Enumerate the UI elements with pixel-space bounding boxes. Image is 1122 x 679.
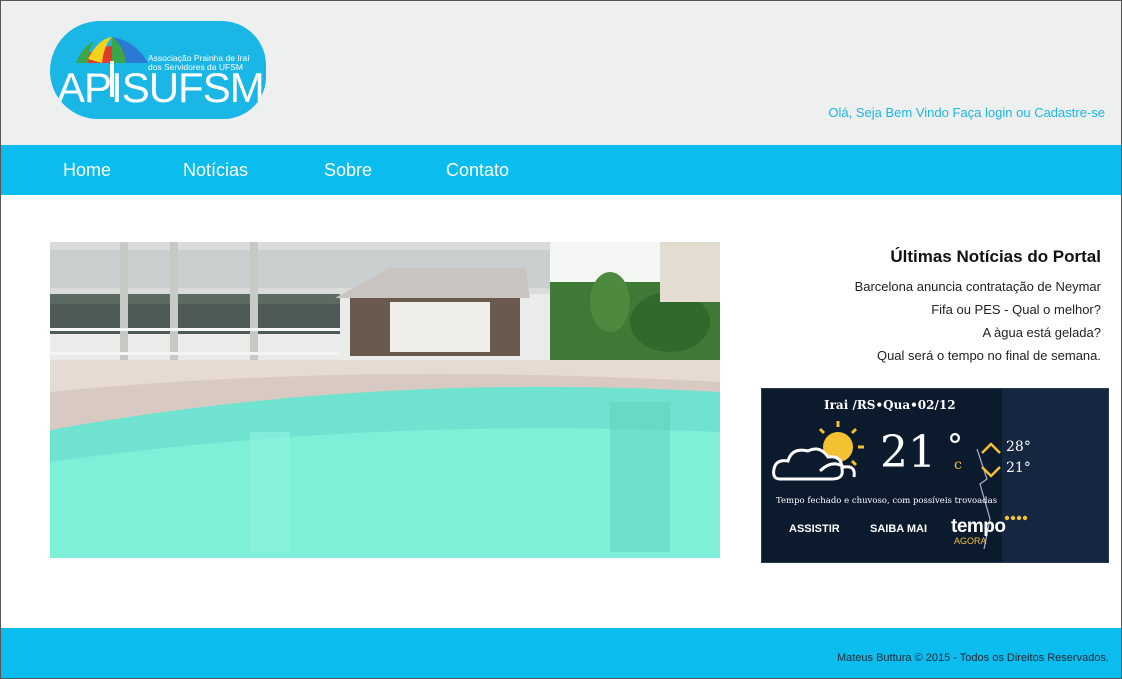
- or-text: ou: [1016, 105, 1031, 120]
- brand-dots-icon: [1004, 515, 1028, 521]
- login-link[interactable]: Faça login: [952, 105, 1012, 120]
- nav-sobre[interactable]: Sobre: [324, 160, 372, 181]
- weather-low: 21°: [1006, 460, 1031, 476]
- copyright-text: Mateus Buttura © 2015 - Todos os Direito…: [836, 652, 1109, 664]
- news-item: Qual será o tempo no final de semana.: [855, 348, 1101, 371]
- site-footer: Mateus Buttura © 2015 - Todos os Direito…: [1, 628, 1121, 678]
- weather-high: 28°: [1006, 439, 1031, 455]
- signup-link[interactable]: Cadastre-se: [1034, 105, 1105, 120]
- watch-button[interactable]: ASSISTIR: [789, 523, 840, 535]
- temperature-unit: c: [954, 457, 962, 473]
- news-list: Barcelona anuncia contratação de Neymar …: [855, 279, 1101, 371]
- site-header: Associação Prainha de Iraí dos Servidore…: [1, 1, 1121, 145]
- pool-photo: [50, 242, 720, 558]
- weather-description: Tempo fechado e chuvoso, com possíveis t…: [776, 496, 998, 506]
- news-link[interactable]: Qual será o tempo no final de semana.: [877, 348, 1101, 363]
- nav-home[interactable]: Home: [63, 160, 111, 181]
- news-item: Barcelona anuncia contratação de Neymar: [855, 279, 1101, 302]
- news-link[interactable]: A àgua está gelada?: [982, 325, 1101, 340]
- weather-location: Irai /RS•Qua•02/12: [824, 398, 956, 412]
- news-link[interactable]: Barcelona anuncia contratação de Neymar: [855, 279, 1101, 294]
- tempo-agora-logo[interactable]: tempo: [951, 516, 1006, 538]
- login-line: Olá, Seja Bem Vindo Faça login ou Cadast…: [828, 105, 1105, 120]
- news-title: Últimas Notícias do Portal: [890, 247, 1101, 266]
- more-info-button[interactable]: SAIBA MAI: [870, 523, 927, 535]
- greeting-text: Olá, Seja Bem Vindo: [828, 105, 949, 120]
- news-link[interactable]: Fifa ou PES - Qual o melhor?: [931, 302, 1101, 317]
- weather-widget: Irai /RS•Qua•02/12 21 ° c 28° 21° Tempo …: [761, 388, 1109, 563]
- nav-noticias[interactable]: Notícias: [183, 160, 248, 181]
- news-item: A àgua está gelada?: [855, 325, 1101, 348]
- news-item: Fifa ou PES - Qual o melhor?: [855, 302, 1101, 325]
- pool-image: [50, 242, 720, 558]
- nav-contato[interactable]: Contato: [446, 160, 509, 181]
- high-low-arrows-icon: [981, 442, 1001, 478]
- site-logo[interactable]: Associação Prainha de Iraí dos Servidore…: [50, 21, 266, 119]
- weather-temperature: 21: [880, 427, 936, 478]
- cloud-sun-icon: [772, 421, 864, 481]
- main-nav: Home Notícias Sobre Contato: [1, 145, 1121, 195]
- brand-name: APISUFSM: [57, 64, 265, 111]
- tempo-agora-sub: AGORA: [954, 536, 987, 546]
